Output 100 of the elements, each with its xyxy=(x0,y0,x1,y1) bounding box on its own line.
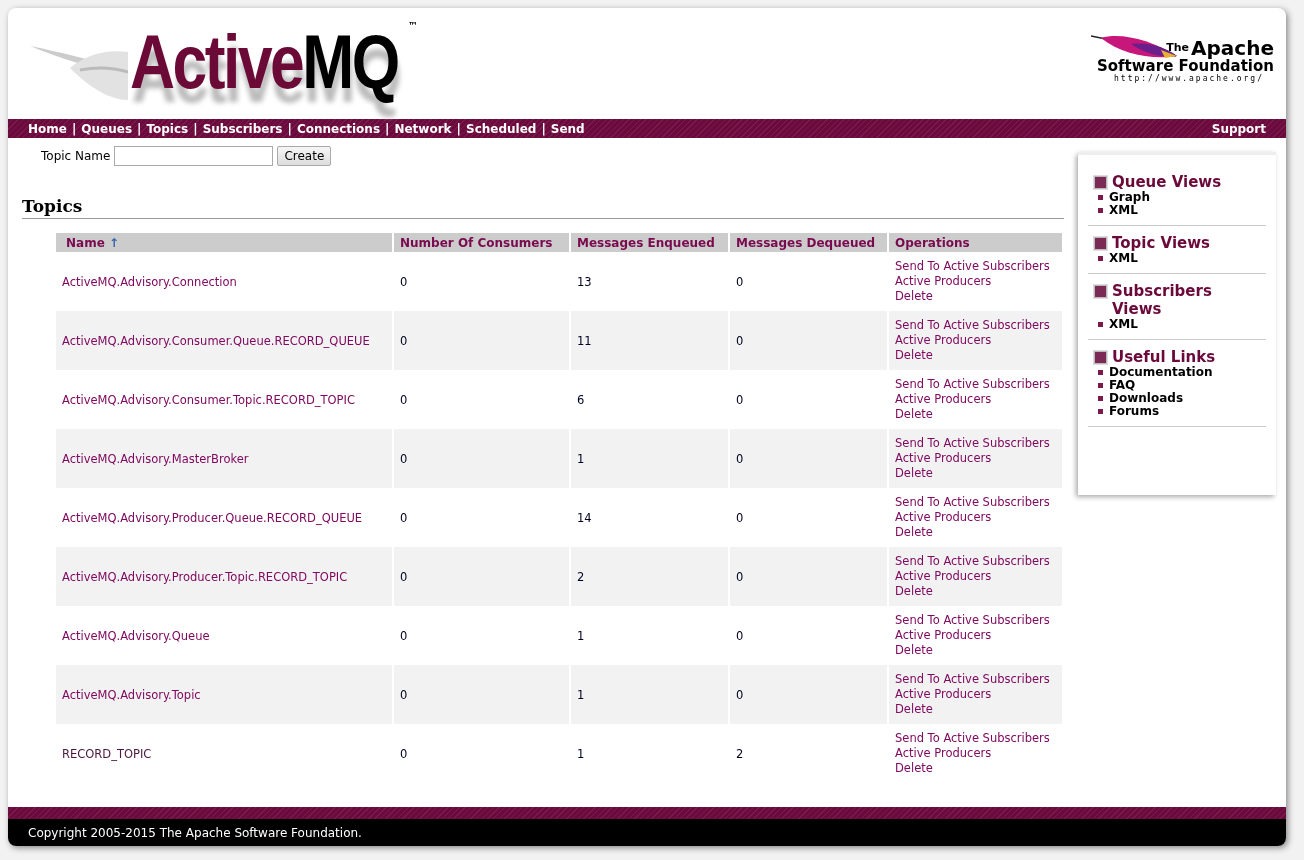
trademark: ™ xyxy=(408,20,418,31)
table-cell: 2 xyxy=(736,746,744,761)
table-cell: 13 xyxy=(577,274,592,289)
heading-icon xyxy=(1094,237,1107,250)
nav-separator: | xyxy=(456,121,461,136)
table-cell: 0 xyxy=(736,274,744,289)
operation-link[interactable]: Send To Active Subscribers xyxy=(895,259,1056,274)
bullet-icon xyxy=(1098,383,1103,388)
table-cell: 0 xyxy=(736,333,744,348)
topic-link[interactable]: ActiveMQ.Advisory.Connection xyxy=(62,274,237,289)
operation-link[interactable]: Send To Active Subscribers xyxy=(895,672,1056,687)
topic-link[interactable]: ActiveMQ.Advisory.MasterBroker xyxy=(62,451,249,466)
table-cell: 0 xyxy=(736,569,744,584)
sidebar-link[interactable]: XML xyxy=(1109,318,1138,331)
column-header: Messages Dequeued xyxy=(730,233,887,252)
nav-separator: | xyxy=(137,121,142,136)
bullet-icon xyxy=(1098,208,1103,213)
table-cell: 6 xyxy=(577,392,585,407)
operation-link[interactable]: Active Producers xyxy=(895,392,1056,407)
nav-link[interactable]: Send xyxy=(550,121,585,136)
operation-link[interactable]: Send To Active Subscribers xyxy=(895,495,1056,510)
sidebar-link[interactable]: Downloads xyxy=(1109,392,1184,405)
nav-separator: | xyxy=(193,121,198,136)
sidebar-link[interactable]: Documentation xyxy=(1109,366,1213,379)
table-cell: 0 xyxy=(400,628,408,643)
create-button[interactable]: Create xyxy=(277,146,332,166)
bullet-icon xyxy=(1098,370,1103,375)
topic-name-field[interactable] xyxy=(114,146,274,166)
operation-link[interactable]: Send To Active Subscribers xyxy=(895,318,1056,333)
sidebar-heading: Queue Views xyxy=(1112,173,1222,191)
column-header[interactable]: Name ↑ xyxy=(56,233,392,252)
table-cell: 0 xyxy=(400,510,408,525)
column-header: Number Of Consumers xyxy=(394,233,569,252)
table-cell: 0 xyxy=(736,451,744,466)
table-cell: 0 xyxy=(736,392,744,407)
operation-link[interactable]: Active Producers xyxy=(895,274,1056,289)
sidebar-link[interactable]: XML xyxy=(1109,204,1138,217)
operation-link[interactable]: Delete xyxy=(895,702,1056,717)
operation-link[interactable]: Delete xyxy=(895,525,1056,540)
nav-link[interactable]: Scheduled xyxy=(466,121,537,136)
bullet-icon xyxy=(1098,256,1103,261)
operation-link[interactable]: Delete xyxy=(895,584,1056,599)
table-cell: 0 xyxy=(400,746,408,761)
operation-link[interactable]: Send To Active Subscribers xyxy=(895,377,1056,392)
operation-link[interactable]: Delete xyxy=(895,643,1056,658)
support-link[interactable]: Support xyxy=(1211,121,1266,136)
nav-link[interactable]: Connections xyxy=(296,121,381,136)
sidebar-link[interactable]: Forums xyxy=(1109,405,1160,418)
nav-separator: | xyxy=(385,121,390,136)
bullet-icon xyxy=(1098,396,1103,401)
topic-link[interactable]: ActiveMQ.Advisory.Producer.Queue.RECORD_QUEUE xyxy=(62,510,363,525)
operation-link[interactable]: Active Producers xyxy=(895,628,1056,643)
heading-icon xyxy=(1094,285,1107,298)
nav-separator: | xyxy=(287,121,292,136)
table-cell: 0 xyxy=(400,569,408,584)
table-cell: 0 xyxy=(400,274,408,289)
table-cell: 0 xyxy=(736,510,744,525)
heading-icon xyxy=(1094,176,1107,189)
sidebar-heading: Topic Views xyxy=(1112,234,1210,252)
table-cell: 0 xyxy=(736,628,744,643)
table-cell: 1 xyxy=(577,451,585,466)
field-label: Topic Name xyxy=(41,149,111,163)
operation-link[interactable]: Delete xyxy=(895,761,1056,776)
operation-link[interactable]: Active Producers xyxy=(895,333,1056,348)
operation-link[interactable]: Delete xyxy=(895,466,1056,481)
table-cell: 0 xyxy=(736,687,744,702)
topic-link[interactable]: ActiveMQ.Advisory.Topic xyxy=(62,687,201,702)
logo-text: Software Foundation xyxy=(1096,59,1274,74)
sidebar-heading: Subscribers Views xyxy=(1112,282,1213,318)
operation-link[interactable]: Send To Active Subscribers xyxy=(895,554,1056,569)
operation-link[interactable]: Active Producers xyxy=(895,687,1056,702)
operation-link[interactable]: Active Producers xyxy=(895,569,1056,584)
heading-icon xyxy=(1094,351,1107,364)
column-header: Messages Enqueued xyxy=(571,233,728,252)
operation-link[interactable]: Send To Active Subscribers xyxy=(895,436,1056,451)
operation-link[interactable]: Delete xyxy=(895,289,1056,304)
table-cell: 0 xyxy=(400,333,408,348)
operation-link[interactable]: Active Producers xyxy=(895,451,1056,466)
operation-link[interactable]: Active Producers xyxy=(895,746,1056,761)
nav-link[interactable]: Network xyxy=(394,121,452,136)
table-cell: 1 xyxy=(577,746,585,761)
topic-link[interactable]: ActiveMQ.Advisory.Consumer.Topic.RECORD_TOPIC xyxy=(62,392,355,407)
sidebar-link[interactable]: XML xyxy=(1109,252,1138,265)
operation-link[interactable]: Active Producers xyxy=(895,510,1056,525)
sidebar-link[interactable]: FAQ xyxy=(1109,379,1136,392)
nav-link[interactable]: Subscribers xyxy=(202,121,283,136)
topic-link[interactable]: ActiveMQ.Advisory.Queue xyxy=(62,628,210,643)
topic-link[interactable]: RECORD_TOPIC xyxy=(62,746,152,761)
nav-link[interactable]: Topics xyxy=(146,121,189,136)
column-header: Operations xyxy=(889,233,1062,252)
nav-link[interactable]: Home xyxy=(28,121,67,136)
nav-link[interactable]: Queues xyxy=(81,121,133,136)
table-cell: 2 xyxy=(577,569,585,584)
operation-link[interactable]: Delete xyxy=(895,348,1056,363)
sidebar-link[interactable]: Graph xyxy=(1109,191,1150,204)
operation-link[interactable]: Send To Active Subscribers xyxy=(895,613,1056,628)
bullet-icon xyxy=(1098,409,1103,414)
table-cell: 0 xyxy=(400,451,408,466)
operation-link[interactable]: Send To Active Subscribers xyxy=(895,731,1056,746)
operation-link[interactable]: Delete xyxy=(895,407,1056,422)
